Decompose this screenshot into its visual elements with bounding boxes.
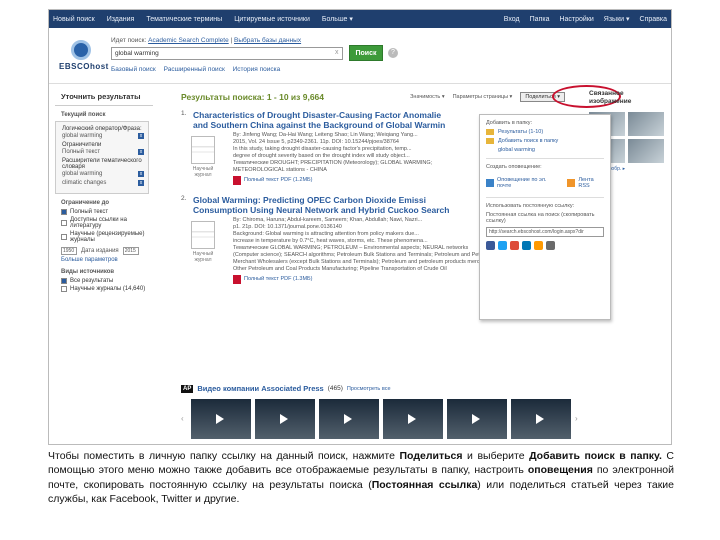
add-search-to-folder[interactable]: Добавить поиск в папку: [486, 138, 604, 144]
video-thumbnail[interactable]: [511, 399, 571, 439]
nav-new-search[interactable]: Новый поиск: [53, 16, 95, 23]
publication-date: 1950 Дата издания 2015: [61, 247, 153, 255]
clear-search-icon[interactable]: x: [335, 49, 339, 56]
source-types-header: Виды источников: [61, 269, 115, 275]
nav-subject-terms[interactable]: Тематические термины: [146, 16, 222, 23]
current-search-box: Логический оператор/Фраза: global warmin…: [55, 121, 149, 194]
folder-icon: [486, 138, 494, 144]
refine-header: Уточнить результаты: [55, 90, 153, 106]
rss-feed-option[interactable]: Лента RSS: [567, 177, 604, 189]
video-thumbnail[interactable]: [319, 399, 379, 439]
ebsco-logo: EBSCOhost: [59, 40, 108, 74]
source-journals[interactable]: Научные журналы (14,640): [61, 286, 153, 292]
nav-languages[interactable]: Языки ▾: [604, 15, 630, 23]
video-thumbnail[interactable]: [255, 399, 315, 439]
ap-logo: AP: [181, 384, 194, 393]
permalink-field[interactable]: http://search.ebscohost.com/login.aspx?d…: [486, 227, 604, 237]
current-search-label: Текущий поиск: [61, 112, 106, 118]
database-link[interactable]: Academic Search Complete: [148, 37, 229, 44]
searching-line: Идет поиск: Academic Search Complete | В…: [111, 37, 302, 44]
linkedin-icon[interactable]: [522, 241, 531, 250]
search-mode-links: Базовый поиск Расширенный поиск История …: [111, 66, 286, 73]
document-icon: Научный журнал: [187, 136, 219, 182]
video-thumbnail[interactable]: [447, 399, 507, 439]
remove-icon[interactable]: x: [138, 171, 144, 177]
search-area: EBSCOhost Идет поиск: Academic Search Co…: [49, 28, 671, 84]
option-references[interactable]: Доступны ссылки на литературу: [61, 217, 153, 229]
top-navigation-bar: Новый поиск Издания Тематические термины…: [49, 10, 671, 28]
page-options-dropdown[interactable]: Параметры страницы ▾: [453, 94, 513, 100]
facebook-icon[interactable]: [486, 241, 495, 250]
limit-to-header: Ограничение до: [61, 200, 110, 206]
results-header: Результаты поиска: 1 - 10 из 9,664 Значи…: [181, 85, 621, 108]
basic-search-link[interactable]: Базовый поиск: [111, 66, 156, 73]
date-to[interactable]: 2015: [122, 247, 139, 255]
nav-cited-references[interactable]: Цитируемые источники: [234, 16, 310, 23]
results-title: Результаты поиска: 1 - 10 из 9,664: [181, 92, 324, 102]
option-peer-reviewed[interactable]: Научные (рецензируемые) журналы: [61, 231, 153, 243]
option-fulltext[interactable]: Полный текст: [61, 209, 153, 215]
screenshot: Новый поиск Издания Тематические термины…: [48, 9, 672, 445]
nav-more[interactable]: Больше ▾: [322, 15, 353, 23]
related-images-title: Связанное изображение: [589, 90, 632, 105]
related-image[interactable]: [628, 139, 664, 163]
play-icon: [472, 414, 480, 424]
nav-publications[interactable]: Издания: [107, 16, 135, 23]
email-share-icon[interactable]: [546, 241, 555, 250]
nav-help[interactable]: Справка: [640, 16, 667, 23]
video-thumbnail[interactable]: [191, 399, 251, 439]
date-from[interactable]: 1950: [61, 247, 77, 255]
pdf-icon: [233, 176, 241, 185]
share-menu: Добавить в папку: Результаты (1-10) Доба…: [479, 114, 611, 320]
chevron-left-icon[interactable]: ‹: [181, 414, 187, 424]
twitter-icon[interactable]: [498, 241, 507, 250]
document-icon: Научный журнал: [187, 221, 219, 267]
play-icon: [280, 414, 288, 424]
more-options-link[interactable]: Больше параметров: [61, 257, 153, 263]
source-all[interactable]: Все результаты: [61, 278, 153, 284]
search-history-link[interactable]: История поиска: [233, 66, 281, 73]
google-plus-icon[interactable]: [510, 241, 519, 250]
pdf-icon: [233, 275, 241, 284]
play-icon: [344, 414, 352, 424]
nav-folder[interactable]: Папка: [530, 16, 550, 23]
add-results-to-folder[interactable]: Результаты (1-10): [486, 129, 604, 135]
video-title-link[interactable]: Видео компании Associated Press: [197, 384, 323, 393]
play-icon: [408, 414, 416, 424]
email-icon: [486, 179, 494, 187]
share-icon[interactable]: [534, 241, 543, 250]
play-icon: [216, 414, 224, 424]
help-icon[interactable]: ?: [388, 48, 398, 58]
search-input[interactable]: [111, 47, 343, 60]
remove-icon[interactable]: x: [138, 133, 144, 139]
add-to-folder-label: Добавить в папку:: [486, 120, 533, 126]
instruction-caption: Чтобы поместить в личную папку ссылку на…: [48, 450, 675, 506]
play-icon: [536, 414, 544, 424]
search-button[interactable]: Поиск: [349, 45, 383, 61]
folder-icon: [486, 129, 494, 135]
rss-icon: [567, 179, 576, 187]
nav-preferences[interactable]: Настройки: [559, 16, 593, 23]
choose-databases-link[interactable]: Выбрать базы данных: [234, 37, 301, 44]
social-share-icons: [486, 241, 604, 250]
remove-icon[interactable]: x: [138, 180, 144, 186]
chevron-right-icon[interactable]: ›: [575, 414, 581, 424]
nav-sign-in[interactable]: Вход: [504, 16, 520, 23]
video-section: AP Видео компании Associated Press (465)…: [181, 384, 601, 439]
remove-icon[interactable]: x: [138, 149, 144, 155]
advanced-search-link[interactable]: Расширенный поиск: [164, 66, 225, 73]
sort-dropdown[interactable]: Значимость ▾: [410, 94, 445, 100]
video-thumbnail[interactable]: [383, 399, 443, 439]
refine-results-panel: Уточнить результаты Текущий поиск Логиче…: [55, 90, 153, 294]
view-all-link[interactable]: Просмотреть все: [347, 386, 391, 392]
email-alert-option[interactable]: Оповещение по эл. почте: [486, 177, 557, 189]
related-image[interactable]: [628, 112, 664, 136]
